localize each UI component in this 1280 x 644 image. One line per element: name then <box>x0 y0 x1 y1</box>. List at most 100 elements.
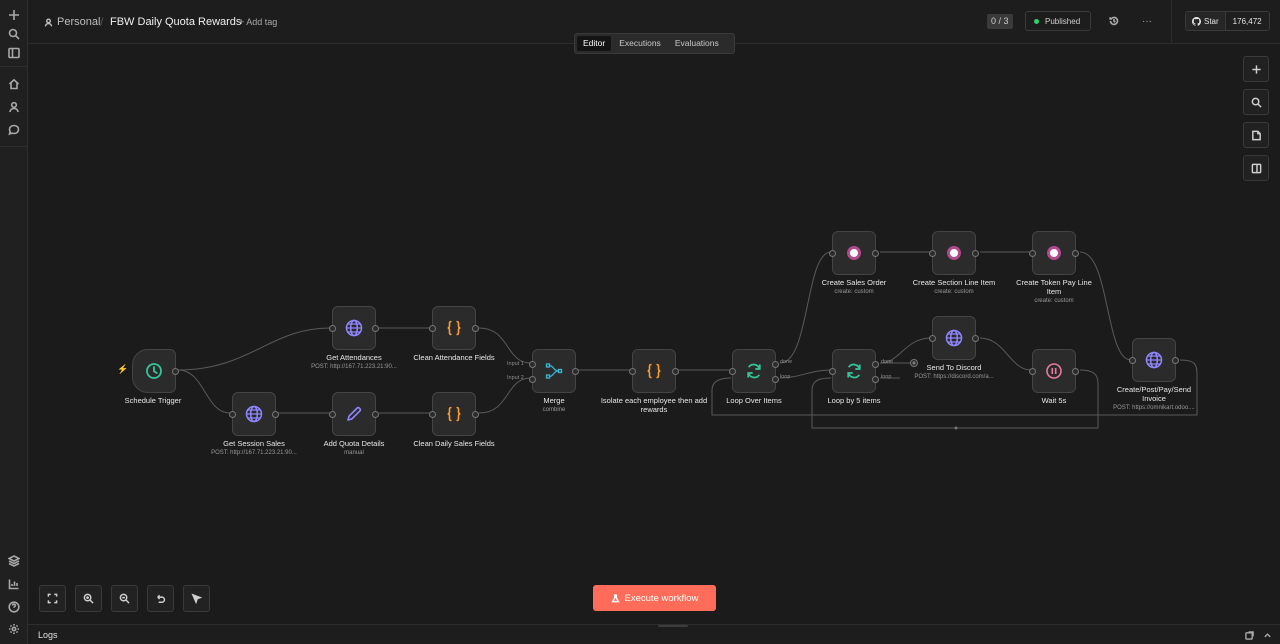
node-subtitle: create: custom <box>1034 298 1074 304</box>
node-create-section-line-item[interactable] <box>929 231 979 275</box>
pencil-icon <box>347 406 362 421</box>
node-wait[interactable] <box>1029 349 1079 393</box>
chat-icon[interactable] <box>4 120 24 140</box>
node-create-invoice[interactable] <box>1129 338 1179 382</box>
output-handle[interactable] <box>872 250 879 257</box>
input-handle[interactable] <box>429 325 436 332</box>
chevron-up-icon[interactable] <box>1261 629 1273 641</box>
fit-view-button[interactable] <box>39 585 66 612</box>
node-clean-attendance-fields[interactable] <box>429 306 479 350</box>
workflow-title[interactable]: FBW Daily Quota Rewards <box>110 16 241 28</box>
input-handle[interactable] <box>429 411 436 418</box>
output-handle[interactable] <box>172 368 179 375</box>
input-handle[interactable] <box>829 250 836 257</box>
logs-title: Logs <box>38 630 58 640</box>
node-subtitle: POST: http://167.71.223.21:90... <box>311 364 397 370</box>
globe-icon <box>945 329 963 347</box>
history-icon[interactable] <box>1106 13 1122 29</box>
node-merge[interactable] <box>529 349 579 393</box>
input-handle[interactable] <box>829 368 836 375</box>
node-isolate-employee[interactable] <box>629 349 679 393</box>
search-icon[interactable] <box>4 24 24 44</box>
node-get-session-sales[interactable] <box>229 392 279 436</box>
output-handle[interactable] <box>572 368 579 375</box>
output-handle[interactable] <box>672 368 679 375</box>
fit-view-icon <box>47 593 58 604</box>
input-handle[interactable] <box>729 368 736 375</box>
popout-icon[interactable] <box>1243 629 1255 641</box>
breadcrumb-project[interactable]: Personal <box>44 16 100 28</box>
output-loop-handle[interactable] <box>772 376 779 383</box>
node-clean-daily-sales-fields[interactable] <box>429 392 479 436</box>
output-handle[interactable] <box>1072 250 1079 257</box>
more-options-icon[interactable]: ··· <box>1139 13 1155 29</box>
node-schedule-trigger[interactable] <box>132 349 179 393</box>
tab-editor[interactable]: Editor <box>577 36 612 51</box>
undo-button[interactable] <box>147 585 174 612</box>
trigger-bolt-icon: ⚡ <box>117 364 129 374</box>
select-tool-button[interactable] <box>183 585 210 612</box>
node-create-sales-order[interactable] <box>829 231 879 275</box>
zoom-in-button[interactable] <box>75 585 102 612</box>
plus-icon[interactable] <box>4 5 24 25</box>
input-handle-2[interactable] <box>529 376 536 383</box>
zoom-out-button[interactable] <box>111 585 138 612</box>
tab-executions[interactable]: Executions <box>613 36 667 51</box>
github-star-widget[interactable]: Star 176,472 <box>1185 11 1270 31</box>
port-done-label: done <box>780 359 793 365</box>
flask-icon <box>610 593 620 602</box>
resize-grip[interactable] <box>658 625 688 627</box>
logs-panel-bar[interactable]: Logs <box>28 624 1280 644</box>
node-create-token-pay-line-item[interactable] <box>1029 231 1079 275</box>
toggle-panel-button[interactable] <box>1243 155 1269 181</box>
node-get-attendances[interactable] <box>329 306 379 350</box>
input-handle[interactable] <box>329 411 336 418</box>
evaluation-counter[interactable]: 0 / 3 <box>987 14 1013 29</box>
add-node-button[interactable] <box>1243 56 1269 82</box>
node-loop-over-items[interactable] <box>729 349 779 393</box>
output-handle[interactable] <box>1072 368 1079 375</box>
input-handle[interactable] <box>229 411 236 418</box>
merge-icon <box>545 363 563 379</box>
breadcrumb-separator: / <box>100 15 104 29</box>
output-handle[interactable] <box>972 250 979 257</box>
input-handle[interactable] <box>1029 250 1036 257</box>
input-handle[interactable] <box>929 335 936 342</box>
output-loop-handle[interactable] <box>872 376 879 383</box>
output-handle[interactable] <box>372 411 379 418</box>
panel-toggle-icon[interactable] <box>4 43 24 63</box>
input-handle[interactable] <box>929 250 936 257</box>
output-handle[interactable] <box>272 411 279 418</box>
node-add-quota-details[interactable] <box>329 392 379 436</box>
input-handle[interactable] <box>629 368 636 375</box>
output-done-handle[interactable] <box>772 361 779 368</box>
zoom-out-icon <box>119 593 130 604</box>
templates-icon[interactable] <box>4 551 24 571</box>
view-tabs: Editor Executions Evaluations <box>574 33 735 54</box>
search-nodes-button[interactable] <box>1243 89 1269 115</box>
github-star-button[interactable]: Star <box>1186 12 1226 30</box>
input-handle[interactable] <box>329 325 336 332</box>
insights-icon[interactable] <box>4 574 24 594</box>
merge-input2-label: Input 2 <box>507 375 524 381</box>
home-icon[interactable] <box>4 74 24 94</box>
input-handle[interactable] <box>1129 357 1136 364</box>
node-send-to-discord[interactable] <box>929 316 979 360</box>
input-handle-1[interactable] <box>529 361 536 368</box>
output-handle[interactable] <box>1172 357 1179 364</box>
user-icon[interactable] <box>4 97 24 117</box>
output-handle[interactable] <box>472 411 479 418</box>
node-loop-by-5[interactable] <box>829 349 879 393</box>
input-handle[interactable] <box>1029 368 1036 375</box>
sticky-note-button[interactable] <box>1243 122 1269 148</box>
published-status-button[interactable]: Published <box>1025 11 1091 31</box>
output-handle[interactable] <box>972 335 979 342</box>
output-handle[interactable] <box>372 325 379 332</box>
settings-icon[interactable] <box>4 619 24 639</box>
output-done-handle[interactable] <box>872 361 879 368</box>
tab-evaluations[interactable]: Evaluations <box>669 36 725 51</box>
output-handle[interactable] <box>472 325 479 332</box>
add-tag-link[interactable]: + Add tag <box>239 17 277 27</box>
execute-workflow-button[interactable]: Execute workflow <box>593 585 716 611</box>
help-icon[interactable] <box>4 597 24 617</box>
